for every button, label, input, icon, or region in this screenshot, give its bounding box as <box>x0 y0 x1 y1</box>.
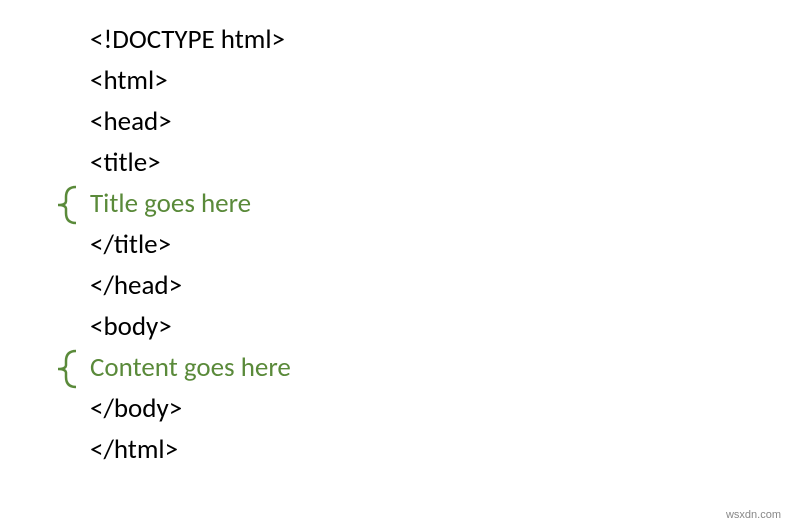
code-line: Title goes here <box>54 184 291 225</box>
code-line: </html> <box>54 430 291 471</box>
code-line: <head> <box>54 102 291 143</box>
curly-bracket-icon <box>54 185 84 225</box>
watermark: wsxdn.com <box>726 509 781 521</box>
html-close-tag: </html> <box>54 434 178 466</box>
code-line: <body> <box>54 307 291 348</box>
html-open-tag: <html> <box>54 65 168 97</box>
title-close-tag: </title> <box>54 229 171 261</box>
html-structure-example: <!DOCTYPE html> <html> <head> <title> Ti… <box>54 20 291 471</box>
code-line: </head> <box>54 266 291 307</box>
body-open-tag: <body> <box>54 311 172 343</box>
code-line: <html> <box>54 61 291 102</box>
curly-bracket-icon <box>54 349 84 389</box>
code-line: </title> <box>54 225 291 266</box>
title-open-tag: <title> <box>54 147 161 179</box>
doctype-tag: <!DOCTYPE html> <box>54 24 285 56</box>
code-line: </body> <box>54 389 291 430</box>
body-close-tag: </body> <box>54 393 182 425</box>
code-line: Content goes here <box>54 348 291 389</box>
content-placeholder: Content goes here <box>54 352 291 384</box>
head-close-tag: </head> <box>54 270 182 302</box>
code-line: <!DOCTYPE html> <box>54 20 291 61</box>
code-line: <title> <box>54 143 291 184</box>
head-open-tag: <head> <box>54 106 172 138</box>
